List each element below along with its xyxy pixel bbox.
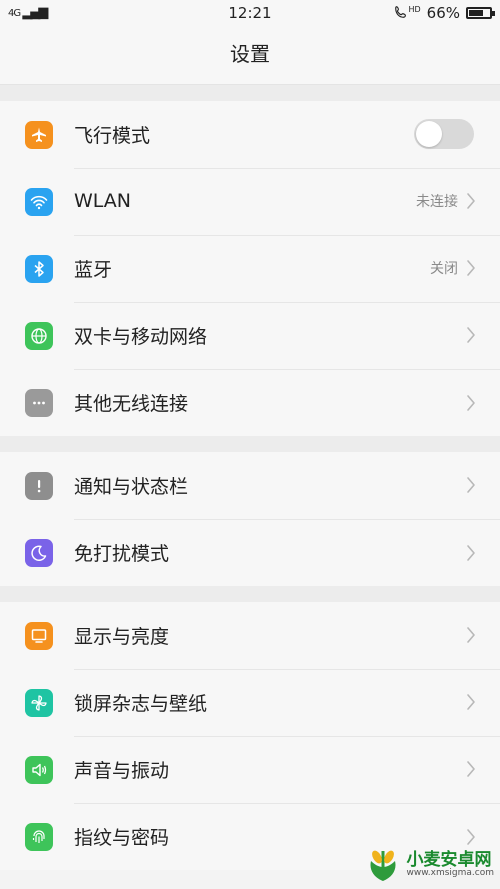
settings-item[interactable]: 显示与亮度: [0, 602, 500, 670]
settings-item-label: 指纹与密码: [74, 827, 170, 849]
settings-item-label: 免打扰模式: [74, 543, 170, 565]
battery-icon: [466, 7, 495, 19]
globe-icon: [25, 321, 53, 350]
settings-group: 飞行模式 WLAN 未连接蓝牙 关闭双卡与移动网络 其他无线连接: [0, 101, 500, 436]
airplane-mode-toggle[interactable]: [414, 119, 474, 149]
settings-item[interactable]: 飞行模式: [0, 101, 500, 169]
status-bar: 4G ▂▄▆ 12:21 HD 66%: [0, 0, 500, 26]
settings-item-body: 通知与状态栏: [74, 452, 500, 520]
settings-item-body: 锁屏杂志与壁纸: [74, 669, 500, 737]
settings-item[interactable]: 声音与振动: [0, 736, 500, 804]
watermark-url: www.xmsigma.com: [406, 868, 494, 879]
settings-item-label: 蓝牙: [74, 258, 113, 281]
settings-item[interactable]: 免打扰模式: [0, 519, 500, 586]
settings-item-label: WLAN: [74, 190, 132, 212]
group-separator: [0, 436, 500, 452]
call-hd-icon: HD: [394, 4, 421, 22]
settings-item-label: 通知与状态栏: [74, 475, 189, 498]
watermark-title: 小麦安卓网: [406, 849, 492, 870]
chevron-right-icon: [467, 394, 475, 411]
battery-percent: 66%: [426, 4, 460, 22]
watermark: 小麦安卓网 www.xmsigma.com: [363, 847, 494, 883]
chevron-right-icon: [467, 327, 475, 343]
chevron-right-icon: [467, 694, 475, 710]
settings-item-body: 双卡与移动网络: [74, 302, 500, 370]
settings-item-body: 蓝牙 关闭: [74, 235, 500, 303]
settings-item[interactable]: 双卡与移动网络: [0, 302, 500, 370]
settings-list: 飞行模式 WLAN 未连接 蓝牙 关闭 双卡与移动网络 其他无线连接 通知与状态栏 免打扰模式显…: [0, 85, 500, 870]
chevron-right-icon: [467, 828, 475, 845]
settings-item[interactable]: 蓝牙 关闭: [0, 235, 500, 303]
chevron-right-icon: [467, 477, 475, 493]
moon-icon: [25, 538, 53, 567]
settings-group: 通知与状态栏 免打扰模式: [0, 452, 500, 586]
display-icon: [25, 621, 53, 650]
settings-item-label: 声音与振动: [74, 759, 170, 782]
settings-item-label: 锁屏杂志与壁纸: [74, 692, 208, 715]
pinwheel-icon: [25, 688, 53, 717]
watermark-logo-icon: [370, 850, 396, 881]
toggle-knob: [416, 121, 442, 147]
fingerprint-icon: [25, 822, 53, 851]
chevron-right-icon: [467, 761, 475, 777]
settings-item[interactable]: WLAN 未连接: [0, 168, 500, 236]
airplane-icon: [25, 120, 53, 149]
settings-item-body: WLAN 未连接: [74, 168, 500, 236]
group-separator: [0, 85, 500, 101]
group-separator: [0, 586, 500, 602]
settings-item-value: 关闭: [430, 261, 458, 277]
chevron-right-icon: [467, 260, 475, 276]
settings-item-label: 显示与亮度: [74, 625, 170, 648]
bluetooth-icon: [25, 254, 53, 283]
settings-item-body: 其他无线连接: [74, 369, 500, 436]
chevron-right-icon: [467, 544, 475, 561]
hd-label: HD: [408, 4, 421, 14]
settings-item[interactable]: 通知与状态栏: [0, 452, 500, 520]
settings-item-value: 未连接: [416, 194, 458, 210]
settings-item-label: 双卡与移动网络: [74, 325, 208, 348]
more-icon: [25, 388, 53, 417]
page-title: 设置: [0, 26, 500, 85]
settings-item-body: 声音与振动: [74, 736, 500, 804]
settings-item[interactable]: 其他无线连接: [0, 369, 500, 436]
settings-item-label: 飞行模式: [74, 124, 151, 147]
chevron-right-icon: [467, 193, 475, 209]
settings-item-body: 显示与亮度: [74, 602, 500, 670]
settings-item-body: 飞行模式: [74, 101, 500, 169]
settings-group: 显示与亮度锁屏杂志与壁纸 声音与振动指纹与密码: [0, 602, 500, 870]
wifi-icon: [25, 187, 53, 216]
settings-item-body: 免打扰模式: [74, 519, 500, 586]
speaker-icon: [25, 755, 53, 784]
settings-item-label: 其他无线连接: [74, 393, 189, 415]
notification-icon: [25, 471, 53, 500]
chevron-right-icon: [467, 627, 475, 643]
status-right: HD 66%: [394, 4, 495, 22]
settings-item[interactable]: 锁屏杂志与壁纸: [0, 669, 500, 737]
